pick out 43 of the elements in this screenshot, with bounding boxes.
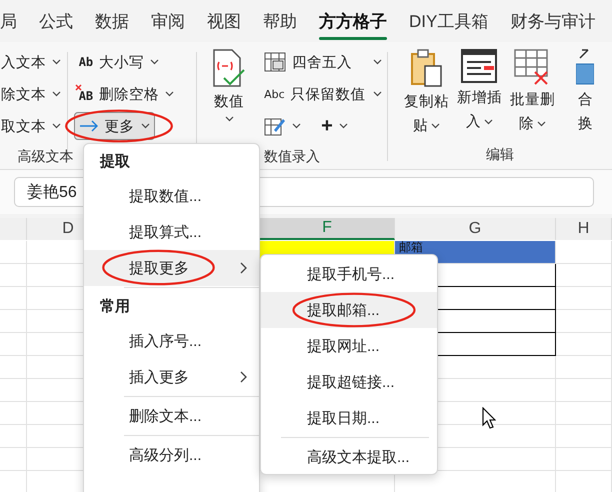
group-label: 编辑 [484, 145, 515, 164]
column-header[interactable]: H [556, 218, 612, 240]
ribbon-tab[interactable]: 局 [0, 0, 17, 42]
ribbon-tab[interactable]: 方方格子 [319, 0, 387, 42]
ribbon-tab[interactable]: 数据 [95, 0, 129, 42]
menu-heading: 提取 [98, 152, 131, 172]
ribbon-tab[interactable]: 审阅 [151, 0, 185, 42]
menu-item[interactable]: 提取网址... [261, 328, 437, 364]
ribbon-tab[interactable]: 财务与审计 [510, 0, 596, 42]
value-button[interactable]: 数值 [207, 48, 252, 144]
group-label: 数值录入 [263, 146, 322, 166]
ribbon-tab[interactable]: 视图 [207, 0, 241, 42]
group-label: 高级文本 [18, 146, 74, 166]
ribbon-tab[interactable]: DIY工具箱 [409, 0, 488, 42]
menu-item[interactable]: 插入序号... [84, 323, 259, 359]
menu-item[interactable]: 插入更多 [84, 359, 259, 395]
menu-item[interactable]: 提取邮箱... [261, 292, 437, 328]
ribbon-button[interactable]: 新增插 入 [452, 48, 506, 141]
ribbon-tab[interactable]: 公式 [39, 0, 73, 42]
ribbon-command[interactable]: Abc 只保留数值 [259, 80, 388, 108]
ribbon-command[interactable]: 更多 [74, 112, 155, 140]
menu-item[interactable]: 删除文本... [84, 398, 259, 434]
menu-item[interactable]: 高级分列... [84, 437, 259, 473]
menu-item[interactable]: 提取超链接... [261, 364, 437, 400]
menu-heading: 常用 [99, 296, 131, 316]
plus-button[interactable]: + [316, 112, 353, 140]
ribbon-button[interactable]: 批量删 除 [506, 48, 559, 141]
menu-item[interactable]: 高级文本提取... [261, 439, 437, 475]
column-header[interactable]: G [395, 218, 556, 240]
ribbon-tab[interactable]: 帮助 [263, 0, 297, 42]
ribbon-command[interactable]: 四舍五入 [259, 48, 388, 76]
ribbon-button[interactable]: 复制粘 贴 [400, 48, 453, 141]
ribbon-command[interactable]: AB 删除空格 [74, 80, 180, 108]
column-header[interactable]: F [260, 218, 395, 240]
text-command[interactable]: 取文本 [0, 112, 66, 140]
ribbon-button[interactable]: 合 换 [558, 48, 612, 141]
menu-item[interactable]: 提取更多 [84, 250, 259, 286]
text-command[interactable]: 除文本 [0, 80, 66, 108]
text-command[interactable]: 入文本 [0, 48, 66, 76]
abc-icon: Abc [264, 88, 285, 100]
case-icon: Ab [78, 55, 94, 69]
ribbon-command[interactable]: Ab 大小写 [74, 48, 164, 76]
menu-item[interactable]: 提取日期... [261, 400, 437, 436]
